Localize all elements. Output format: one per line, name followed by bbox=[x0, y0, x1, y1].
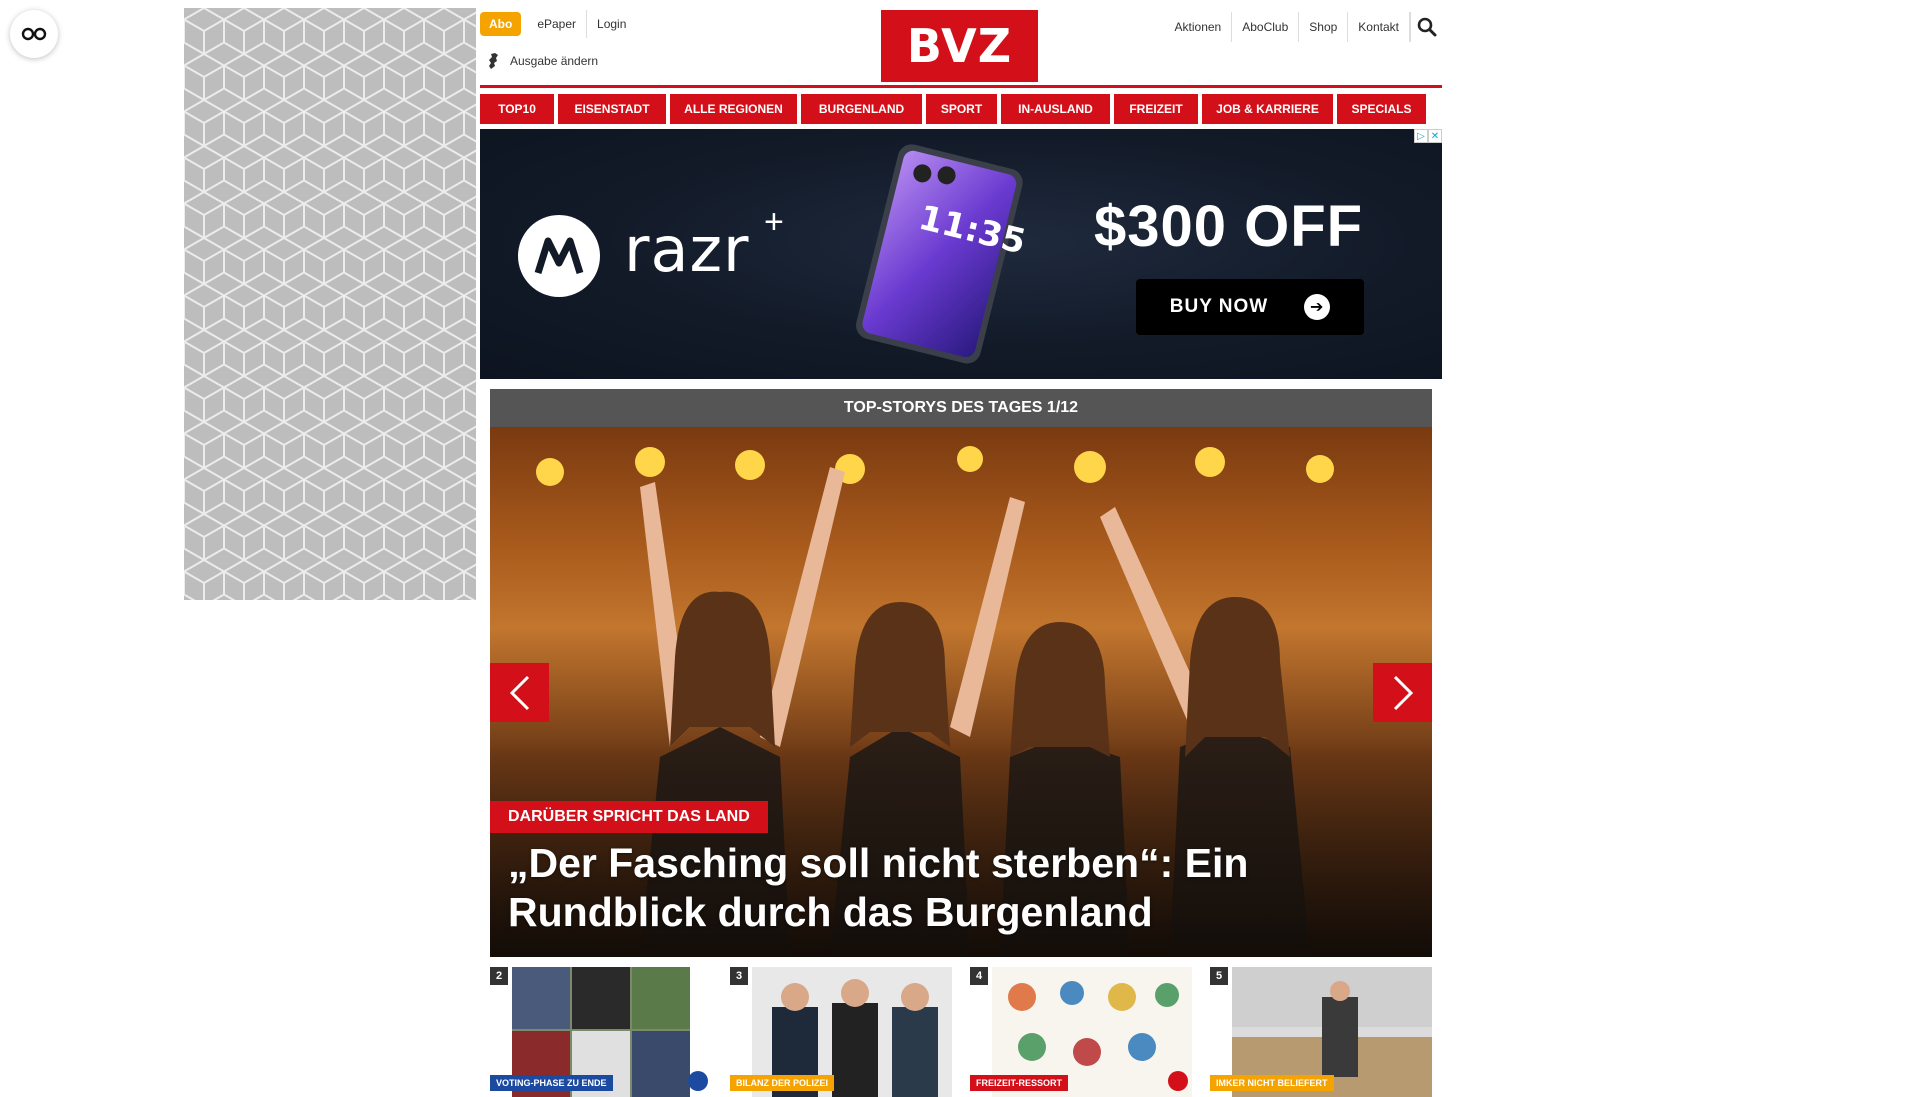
story-thumb-tag: IMKER NICHT BELIEFERT bbox=[1210, 1075, 1334, 1091]
abo-button[interactable]: Abo bbox=[480, 12, 522, 36]
search-button[interactable] bbox=[1410, 12, 1442, 42]
login-link[interactable]: Login bbox=[587, 10, 636, 38]
banner-ad[interactable]: ▷ ✕ razr + 11:35 $300 OFF BUY NOW ➔ bbox=[480, 129, 1442, 379]
ad-brand: razr bbox=[624, 213, 750, 286]
adchoices[interactable]: ▷ ✕ bbox=[1414, 129, 1442, 143]
hero-story[interactable]: DARÜBER SPRICHT DAS LAND „Der Fasching s… bbox=[490, 427, 1432, 957]
motorola-m-icon bbox=[534, 237, 584, 275]
story-thumb-number: 3 bbox=[730, 967, 748, 985]
top-stories: TOP-STORYS DES TAGES 1/12 DARÜBER SPRICH… bbox=[490, 389, 1432, 1097]
skyscraper-ad[interactable] bbox=[184, 8, 476, 600]
nav-item-job-karriere[interactable]: JOB & KARRIERE bbox=[1202, 94, 1333, 124]
premium-badge-icon bbox=[688, 1071, 708, 1091]
aktionen-link[interactable]: Aktionen bbox=[1165, 12, 1233, 42]
story-thumb[interactable]: 4 FREIZEIT-RESSORT bbox=[970, 967, 1192, 1097]
bvz-logo[interactable]: BVZ bbox=[881, 10, 1038, 82]
arrow-right-icon: ➔ bbox=[1304, 294, 1331, 320]
nav-item-freizeit[interactable]: FREIZEIT bbox=[1114, 94, 1198, 124]
chevron-left-icon bbox=[509, 675, 529, 710]
nav-item-sport[interactable]: SPORT bbox=[926, 94, 997, 124]
story-thumb-tag: BILANZ DER POLIZEI bbox=[730, 1075, 834, 1091]
header-right: Aktionen AboClub Shop Kontakt bbox=[1165, 12, 1442, 42]
aboclub-link[interactable]: AboClub bbox=[1232, 12, 1300, 42]
story-thumb[interactable]: 5 IMKER NICHT BELIEFERT bbox=[1210, 967, 1432, 1097]
accessibility-button[interactable] bbox=[10, 10, 58, 58]
nav-item-eisenstadt[interactable]: EISENSTADT bbox=[558, 94, 666, 124]
nav-item-top10[interactable]: TOP10 bbox=[480, 94, 554, 124]
story-thumb-number: 2 bbox=[490, 967, 508, 985]
kontakt-link[interactable]: Kontakt bbox=[1348, 12, 1410, 42]
hex-pattern bbox=[184, 8, 476, 600]
shop-link[interactable]: Shop bbox=[1299, 12, 1349, 42]
story-thumb-number: 5 bbox=[1210, 967, 1228, 985]
main-nav: TOP10 EISENSTADT ALLE REGIONEN BURGENLAN… bbox=[480, 94, 1442, 124]
accessibility-icon bbox=[21, 27, 47, 41]
ad-close-icon[interactable]: ✕ bbox=[1428, 129, 1442, 143]
buy-now-button[interactable]: BUY NOW ➔ bbox=[1136, 279, 1364, 335]
hero-story-tag: DARÜBER SPRICHT DAS LAND bbox=[490, 801, 768, 833]
story-thumbnails: 2 VOTING-PHASE ZU ENDE 3 BILANZ DER POLI… bbox=[490, 967, 1432, 1097]
ad-offer: $300 OFF bbox=[1094, 194, 1364, 259]
header-left: Abo ePaper Login bbox=[480, 10, 636, 38]
main-column: Abo ePaper Login Ausgabe ändern BVZ Akti… bbox=[480, 0, 1442, 1097]
change-edition-link[interactable]: Ausgabe ändern bbox=[486, 52, 598, 70]
nav-item-alle-regionen[interactable]: ALLE REGIONEN bbox=[670, 94, 797, 124]
buy-now-label: BUY NOW bbox=[1169, 296, 1269, 317]
change-edition-label: Ausgabe ändern bbox=[510, 54, 599, 68]
nav-item-specials[interactable]: SPECIALS bbox=[1337, 94, 1426, 124]
chevron-right-icon bbox=[1393, 675, 1413, 710]
top-stories-header: TOP-STORYS DES TAGES 1/12 bbox=[490, 389, 1432, 427]
motorola-logo bbox=[518, 215, 600, 297]
site-header: Abo ePaper Login Ausgabe ändern BVZ Akti… bbox=[480, 0, 1442, 88]
phone-image: 11:35 bbox=[856, 144, 1030, 364]
story-thumb[interactable]: 3 BILANZ DER POLIZEI bbox=[730, 967, 952, 1097]
story-thumb-tag: FREIZEIT-RESSORT bbox=[970, 1075, 1069, 1091]
story-thumb-tag: VOTING-PHASE ZU ENDE bbox=[490, 1075, 613, 1091]
adchoices-icon[interactable]: ▷ bbox=[1414, 129, 1428, 143]
search-icon bbox=[1417, 17, 1436, 37]
carousel-next-button[interactable] bbox=[1373, 663, 1432, 722]
burgenland-map-icon bbox=[489, 53, 498, 69]
ad-brand-suffix: + bbox=[764, 203, 784, 241]
nav-item-in-ausland[interactable]: IN-AUSLAND bbox=[1001, 94, 1110, 124]
premium-badge-icon bbox=[1168, 1071, 1188, 1091]
carousel-prev-button[interactable] bbox=[490, 663, 549, 722]
story-thumb[interactable]: 2 VOTING-PHASE ZU ENDE bbox=[490, 967, 712, 1097]
nav-item-burgenland[interactable]: BURGENLAND bbox=[801, 94, 922, 124]
epaper-link[interactable]: ePaper bbox=[527, 10, 588, 38]
story-thumb-number: 4 bbox=[970, 967, 988, 985]
hero-story-title[interactable]: „Der Fasching soll nicht sterben“: Ein R… bbox=[508, 839, 1388, 937]
